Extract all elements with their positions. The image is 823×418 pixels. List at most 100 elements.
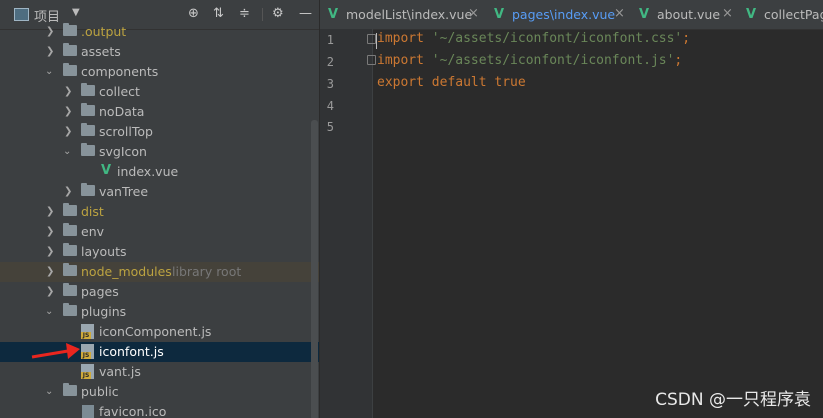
tree-item-collect[interactable]: ❯ collect — [0, 82, 319, 102]
close-icon[interactable]: × — [614, 6, 625, 21]
tab-about-vue[interactable]: V about.vue × — [631, 0, 738, 29]
js-file-icon: JS — [81, 324, 94, 339]
tree-item-plugins[interactable]: ⌄ plugins — [0, 302, 319, 322]
code-string: '~/assets/iconfont/iconfont.css' — [423, 31, 683, 46]
line-number: 3 — [326, 77, 334, 91]
tab-pages-index-vue[interactable]: V pages\index.vue × — [486, 0, 631, 29]
tree-item-label: svgIcon — [99, 144, 147, 159]
tree-item-node-modules[interactable]: ❯ node_modules library root — [0, 262, 319, 282]
tree-item-vant-js[interactable]: JS vant.js — [0, 362, 319, 382]
code-keyword: import — [377, 31, 424, 46]
tree-scrollbar[interactable] — [311, 120, 318, 418]
chevron-down-icon[interactable]: ⌄ — [45, 306, 55, 318]
code-line-3[interactable]: export default true — [377, 73, 526, 93]
tree-item-label: plugins — [81, 304, 127, 319]
tree-item-favicon[interactable]: favicon.ico — [0, 402, 319, 418]
js-file-icon: JS — [81, 344, 94, 359]
folder-icon — [81, 183, 95, 196]
chevron-right-icon[interactable]: ❯ — [64, 106, 74, 118]
editor-tab-bar: V modelList\index.vue × V pages\index.vu… — [320, 0, 823, 30]
vue-file-icon: V — [328, 7, 339, 22]
tree-item-label: node_modules — [81, 264, 172, 279]
line-number: 4 — [326, 99, 334, 113]
annotation-arrow-icon — [31, 343, 80, 359]
vue-file-icon: V — [494, 7, 505, 22]
tree-item-public[interactable]: ⌄ public — [0, 382, 319, 402]
tab-label: collectPag — [764, 7, 823, 22]
vue-file-icon: V — [101, 163, 112, 178]
tree-item-label: assets — [81, 44, 121, 59]
collapse-all-icon[interactable]: ≑ — [239, 7, 250, 21]
tab-label: about.vue — [657, 7, 721, 22]
tab-label: modelList\index.vue — [346, 7, 473, 22]
expand-all-icon[interactable]: ⇅ — [213, 7, 224, 21]
tree-item-pages[interactable]: ❯ pages — [0, 282, 319, 302]
tree-item-label: index.vue — [117, 164, 179, 179]
close-icon[interactable]: × — [468, 6, 479, 21]
watermark: CSDN @一只程序袁 — [655, 390, 811, 410]
line-number: 1 — [326, 33, 334, 47]
code-line-1[interactable]: import '~/assets/iconfont/iconfont.css'; — [377, 29, 690, 49]
folder-icon — [63, 63, 77, 76]
code-string: '~/assets/iconfont/iconfont.js' — [423, 53, 675, 68]
project-panel: 项目 ▼ ⊕ ⇅ ≑ ⚙ — ❯ .output ❯ assets ⌄ comp… — [0, 0, 319, 418]
tree-item-scrolltop[interactable]: ❯ scrollTop — [0, 122, 319, 142]
folder-icon — [81, 103, 95, 116]
folder-icon — [63, 203, 77, 216]
chevron-right-icon[interactable]: ❯ — [46, 26, 56, 38]
fold-marker-icon[interactable] — [367, 34, 376, 44]
tree-item-nodata[interactable]: ❯ noData — [0, 102, 319, 122]
chevron-right-icon[interactable]: ❯ — [64, 186, 74, 198]
folder-icon — [63, 43, 77, 56]
folder-icon — [63, 283, 77, 296]
tree-item-label: collect — [99, 84, 140, 99]
tree-item-layouts[interactable]: ❯ layouts — [0, 242, 319, 262]
tree-item-index-vue[interactable]: V index.vue — [0, 162, 319, 182]
minimize-icon[interactable]: — — [299, 7, 312, 21]
chevron-down-icon[interactable]: ⌄ — [63, 146, 73, 158]
chevron-down-icon[interactable]: ⌄ — [45, 386, 55, 398]
line-number-gutter: 1 2 3 4 5 — [320, 29, 372, 418]
chevron-down-icon[interactable]: ▼ — [72, 7, 80, 18]
vue-file-icon: V — [746, 7, 757, 22]
folder-icon — [63, 263, 77, 276]
tree-item-components[interactable]: ⌄ components — [0, 62, 319, 82]
locate-icon[interactable]: ⊕ — [188, 7, 199, 21]
chevron-right-icon[interactable]: ❯ — [46, 226, 56, 238]
chevron-right-icon[interactable]: ❯ — [64, 86, 74, 98]
tree-item-output[interactable]: ❯ .output — [0, 22, 319, 42]
chevron-right-icon[interactable]: ❯ — [46, 206, 56, 218]
vue-file-icon: V — [639, 7, 650, 22]
chevron-down-icon[interactable]: ⌄ — [45, 66, 55, 78]
tree-item-env[interactable]: ❯ env — [0, 222, 319, 242]
folder-icon — [81, 83, 95, 96]
editor-gutter-divider — [372, 29, 373, 418]
chevron-right-icon[interactable]: ❯ — [46, 286, 56, 298]
tree-item-label: vanTree — [99, 184, 149, 199]
code-punct: ; — [682, 31, 691, 46]
chevron-right-icon[interactable]: ❯ — [46, 46, 56, 58]
tree-item-iconcomponent-js[interactable]: JS iconComponent.js — [0, 322, 319, 342]
close-icon[interactable]: × — [722, 6, 733, 21]
tree-item-svgicon[interactable]: ⌄ svgIcon — [0, 142, 319, 162]
folder-icon — [63, 23, 77, 36]
folder-icon — [63, 383, 77, 396]
gear-icon[interactable]: ⚙ — [272, 7, 284, 21]
js-file-icon: JS — [81, 364, 94, 379]
fold-marker-icon[interactable] — [367, 55, 376, 65]
tree-item-label: layouts — [81, 244, 127, 259]
tree-item-label: pages — [81, 284, 119, 299]
folder-icon — [63, 243, 77, 256]
chevron-right-icon[interactable]: ❯ — [64, 126, 74, 138]
tree-item-dist[interactable]: ❯ dist — [0, 202, 319, 222]
tree-item-label: iconComponent.js — [99, 324, 212, 339]
chevron-right-icon[interactable]: ❯ — [46, 266, 56, 278]
tree-item-vantree[interactable]: ❯ vanTree — [0, 182, 319, 202]
tab-collectpage[interactable]: V collectPag — [738, 0, 823, 29]
chevron-right-icon[interactable]: ❯ — [46, 246, 56, 258]
tree-item-assets[interactable]: ❯ assets — [0, 42, 319, 62]
tree-item-label: public — [81, 384, 119, 399]
tab-modellist-index-vue[interactable]: V modelList\index.vue × — [320, 0, 486, 29]
code-line-2[interactable]: import '~/assets/iconfont/iconfont.js'; — [377, 51, 682, 71]
folder-icon — [81, 143, 95, 156]
